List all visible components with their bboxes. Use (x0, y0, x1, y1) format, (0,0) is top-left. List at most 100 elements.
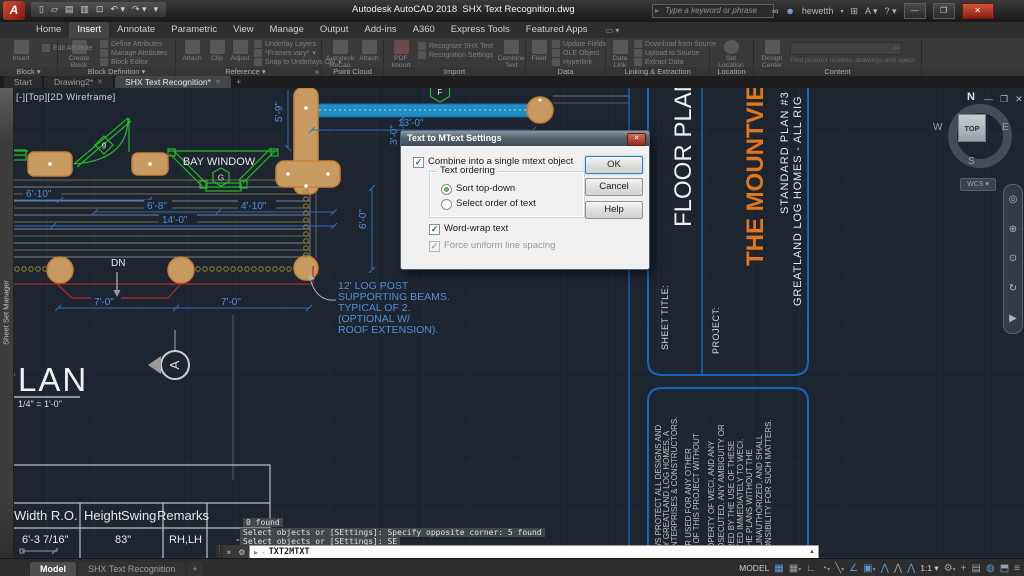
help-button[interactable]: Help (585, 201, 643, 219)
help-search-input[interactable]: ▸ Type a keyword or phrase (652, 4, 774, 18)
content-search-icon[interactable]: ∞ (893, 43, 899, 52)
command-line-grip[interactable]: ⋮⋮ (216, 545, 223, 558)
tab-output[interactable]: Output (312, 22, 357, 38)
viewcube-top-face[interactable]: TOP (958, 114, 986, 142)
pan-icon[interactable]: ⊕ (1009, 224, 1017, 235)
download-from-source-button[interactable]: Download from Source (634, 40, 716, 48)
search-binoculars-icon[interactable]: ∞ (772, 6, 778, 16)
tab-insert[interactable]: Insert (69, 22, 109, 38)
dialog-close-button[interactable]: ✕ (627, 133, 646, 146)
open-file-icon[interactable]: ▱ (51, 4, 58, 15)
ole-object-button[interactable]: OLE Object (552, 49, 606, 57)
tab-home[interactable]: Home (28, 22, 69, 38)
extract-data-button[interactable]: Extract Data (634, 58, 716, 66)
object-snap-icon[interactable]: ▣▾ (863, 563, 875, 574)
recent-commands-icon[interactable]: ▸ (254, 548, 258, 557)
sort-top-down-radio[interactable] (441, 184, 452, 195)
ribbon-display-toggle-icon[interactable]: ▭ ▾ (606, 26, 620, 38)
recognition-settings-button[interactable]: Recognition Settings (418, 51, 493, 59)
attach-button[interactable]: Attach (180, 40, 204, 62)
graphics-performance-icon[interactable]: ◍ (986, 563, 995, 574)
design-center-button[interactable]: Design Center (758, 40, 786, 69)
data-link-button[interactable]: Data Link (610, 40, 630, 69)
new-drawing-tab-button[interactable]: + (233, 76, 245, 88)
pdf-import-button[interactable]: PDF Import (388, 40, 414, 69)
panel-label-reference[interactable]: Reference ▾ » (176, 67, 321, 76)
panel-label-data[interactable]: Data (526, 67, 605, 76)
orbit-icon[interactable]: ↻ (1009, 283, 1017, 294)
command-close-icon[interactable]: × (227, 548, 232, 557)
panel-label-block[interactable]: Block ▾ (0, 67, 57, 76)
model-space-label[interactable]: MODEL (739, 563, 769, 573)
manage-attributes-button[interactable]: Manage Attributes (100, 49, 167, 57)
ortho-mode-icon[interactable]: ∟ (806, 563, 816, 574)
define-attributes-button[interactable]: Define Attributes (100, 40, 167, 48)
panel-label-import[interactable]: Import (384, 67, 525, 76)
application-menu-icon[interactable]: A (3, 1, 25, 20)
select-order-radio[interactable] (441, 199, 452, 210)
status-menu-icon[interactable]: ≡ (1014, 563, 1020, 574)
viewcube[interactable]: N S W E TOP WCS ▾ (936, 94, 1024, 194)
ok-button[interactable]: OK (585, 156, 643, 174)
minimize-button[interactable]: — (904, 3, 926, 19)
clip-button[interactable]: Clip (208, 40, 226, 62)
upload-to-source-button[interactable]: Upload to Source (634, 49, 716, 57)
viewcube-north[interactable]: N (967, 91, 975, 103)
print-icon[interactable]: ⊡ (96, 4, 104, 15)
tab-express-tools[interactable]: Express Tools (443, 22, 518, 38)
panel-label-point-cloud[interactable]: Point Cloud (322, 67, 383, 76)
command-input[interactable]: ▸ - TXT2MTXT ▲ (249, 545, 819, 558)
polar-tracking-icon[interactable]: ◔▾ (821, 563, 830, 574)
panel-label-content[interactable]: Content (754, 67, 921, 76)
user-dropdown-icon[interactable]: ▾ (840, 8, 843, 15)
close-tab-icon[interactable]: ✕ (97, 78, 103, 86)
undo-icon[interactable]: ↶ ▾ (110, 4, 125, 15)
annotation-visibility-icon[interactable]: ⋀ (881, 563, 889, 574)
command-expand-icon[interactable]: ▲ (809, 549, 815, 555)
redo-icon[interactable]: ↷ ▾ (132, 4, 147, 15)
autodesk-app-icon[interactable]: A ▾ (865, 6, 878, 17)
view-control[interactable]: [Top] (25, 92, 47, 103)
word-wrap-checkbox[interactable]: ✓ (429, 224, 440, 235)
clean-screen-icon[interactable]: ⬒ (1000, 563, 1009, 574)
autodesk-recap-button[interactable]: Autodesk ReCap (326, 40, 354, 69)
customization-icon[interactable]: + (961, 563, 967, 574)
update-fields-button[interactable]: Update Fields (552, 40, 606, 48)
annotation-scale-icon[interactable]: ⋀ (907, 563, 915, 574)
insert-block-button[interactable]: Insert (4, 40, 38, 62)
panel-expand-icon[interactable]: » (315, 67, 319, 76)
close-button[interactable]: ✕ (962, 3, 994, 19)
panel-label-block-definition[interactable]: Block Definition ▾ (58, 67, 175, 76)
snap-mode-icon[interactable]: ▦ (774, 563, 783, 574)
viewport-controls[interactable]: [-][Top][2D Wireframe] (16, 92, 116, 103)
tab-parametric[interactable]: Parametric (163, 22, 225, 38)
block-editor-button[interactable]: Block Editor (100, 58, 167, 66)
maximize-button[interactable]: ❐ (933, 3, 955, 19)
tab-a360[interactable]: A360 (405, 22, 443, 38)
combine-checkbox[interactable]: ✓ (413, 157, 424, 168)
signed-in-user[interactable]: hewetth (802, 6, 834, 16)
cancel-button[interactable]: Cancel (585, 178, 643, 196)
tab-addins[interactable]: Add-ins (356, 22, 404, 38)
new-file-icon[interactable]: ▯ (39, 4, 44, 15)
isolate-objects-icon[interactable]: ▤ (972, 563, 981, 574)
search-go-icon[interactable]: ▸ (655, 5, 659, 17)
file-tab-shx-text-recognition[interactable]: SHX Text Recognition*✕ (115, 76, 231, 88)
sheet-set-manager-palette[interactable]: Sheet Set Manager (0, 88, 14, 558)
file-tab-drawing2[interactable]: Drawing2*✕ (44, 76, 113, 88)
isodraft-icon[interactable]: ╲▾ (835, 563, 844, 574)
save-as-icon[interactable]: ▥ (80, 4, 89, 15)
viewcube-east[interactable]: E (1002, 122, 1009, 133)
tab-featured-apps[interactable]: Featured Apps (518, 22, 596, 38)
object-snap-tracking-icon[interactable]: ∠ (849, 563, 858, 574)
content-search-input[interactable]: ∞ (790, 42, 902, 55)
workspace-switching-icon[interactable]: ⚙▾ (944, 563, 956, 574)
combine-text-button[interactable]: Combine Text (497, 40, 525, 69)
layout-tab-model[interactable]: Model (30, 562, 76, 576)
navigation-wheel-icon[interactable]: ◎ (1009, 194, 1018, 205)
tab-manage[interactable]: Manage (262, 22, 312, 38)
viewport-menu[interactable]: [-] (16, 92, 25, 103)
command-customize-icon[interactable]: ⚙ (238, 548, 245, 557)
tab-annotate[interactable]: Annotate (109, 22, 163, 38)
autoscale-icon[interactable]: ⋀ (894, 563, 902, 574)
